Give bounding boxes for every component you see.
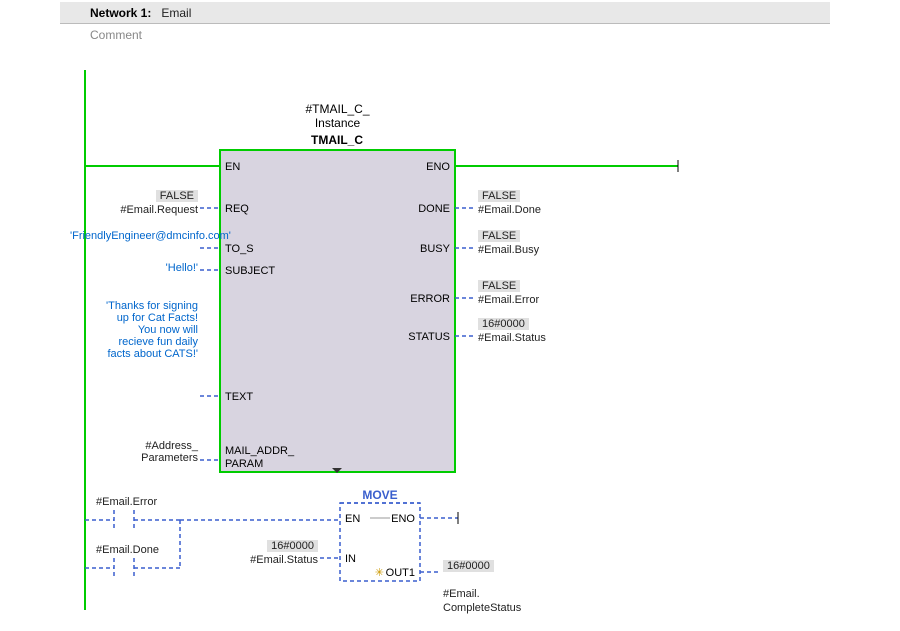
tos-param[interactable]: 'FriendlyEngineer@dmcinfo.com' [70,230,198,242]
status-param[interactable]: 16#0000 #Email.Status [478,316,546,344]
port-subject: SUBJECT [225,265,275,277]
move-port-eno: ENO [391,513,415,525]
network-header: Network 1: Email [60,2,830,24]
req-param[interactable]: FALSE #Email.Request [90,188,198,216]
error-param[interactable]: FALSE #Email.Error [478,278,539,306]
port-eno: ENO [426,161,450,173]
move-port-en: EN [345,513,360,525]
move-in-param[interactable]: 16#0000 #Email.Status [210,538,318,566]
move-type: MOVE [362,488,397,502]
move-out1-param[interactable]: 16#0000 #Email. CompleteStatus [443,544,521,614]
ladder-canvas: TMAIL_C EN REQ TO_S SUBJECT TEXT MAIL_AD… [60,50,830,620]
tmail-instance-name[interactable]: #TMAIL_C_ Instance [270,102,405,130]
move-port-out1: OUT1 [386,567,415,579]
mailaddr-param[interactable]: #Address_ Parameters [90,440,198,464]
port-req: REQ [225,203,249,215]
port-en: EN [225,161,240,173]
subject-param[interactable]: 'Hello!' [90,262,198,274]
network-title[interactable]: Email [161,6,191,20]
contact-error-label[interactable]: #Email.Error [96,496,157,508]
port-mailaddr: MAIL_ADDR_ [225,445,295,457]
tmail-instance-type: TMAIL_C [311,133,363,147]
done-param[interactable]: FALSE #Email.Done [478,188,541,216]
busy-param[interactable]: FALSE #Email.Busy [478,228,539,256]
move-port-in: IN [345,553,356,565]
port-mailaddr2: PARAM [225,458,263,470]
contact-done-label[interactable]: #Email.Done [96,544,159,556]
text-param[interactable]: 'Thanks for signing up for Cat Facts! Yo… [102,300,198,360]
port-done: DONE [418,203,450,215]
port-error: ERROR [410,293,450,305]
comment-field[interactable]: Comment [90,28,142,42]
port-status: STATUS [408,331,450,343]
out1-marker: ✳ [375,567,384,579]
network-label: Network 1: [90,6,151,20]
port-tos: TO_S [225,243,254,255]
port-text: TEXT [225,391,253,403]
port-busy: BUSY [420,243,451,255]
tmail-c-block[interactable] [220,150,455,472]
